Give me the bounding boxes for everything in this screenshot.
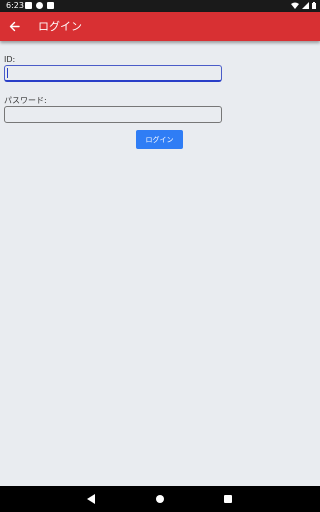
login-button[interactable]: ログイン xyxy=(136,130,183,149)
password-field-wrapper xyxy=(4,106,224,123)
text-cursor xyxy=(7,68,8,78)
login-form: ID: パスワード: xyxy=(4,55,224,123)
nav-home-icon[interactable] xyxy=(156,495,164,503)
download-icon xyxy=(25,2,32,9)
back-button[interactable] xyxy=(4,16,24,36)
id-field-wrapper xyxy=(4,65,224,82)
id-label: ID: xyxy=(4,55,16,64)
password-field[interactable] xyxy=(4,106,222,123)
navigation-bar xyxy=(0,486,320,512)
wifi-icon xyxy=(291,2,299,9)
sim-card-icon xyxy=(47,2,54,9)
id-field[interactable] xyxy=(4,65,222,82)
app-icon xyxy=(36,2,43,9)
password-label: パスワード: xyxy=(4,96,47,105)
status-time: 6:23 xyxy=(6,1,24,10)
battery-icon xyxy=(312,2,316,9)
nav-back-icon[interactable] xyxy=(87,494,95,504)
app-bar: ログイン xyxy=(0,12,320,41)
page-title: ログイン xyxy=(38,20,82,33)
status-bar: 6:23 xyxy=(0,0,320,12)
system-icons xyxy=(291,2,316,9)
signal-icon xyxy=(302,2,309,9)
nav-recents-icon[interactable] xyxy=(224,495,232,503)
notification-icons xyxy=(25,2,54,9)
arrow-left-icon xyxy=(9,21,20,31)
